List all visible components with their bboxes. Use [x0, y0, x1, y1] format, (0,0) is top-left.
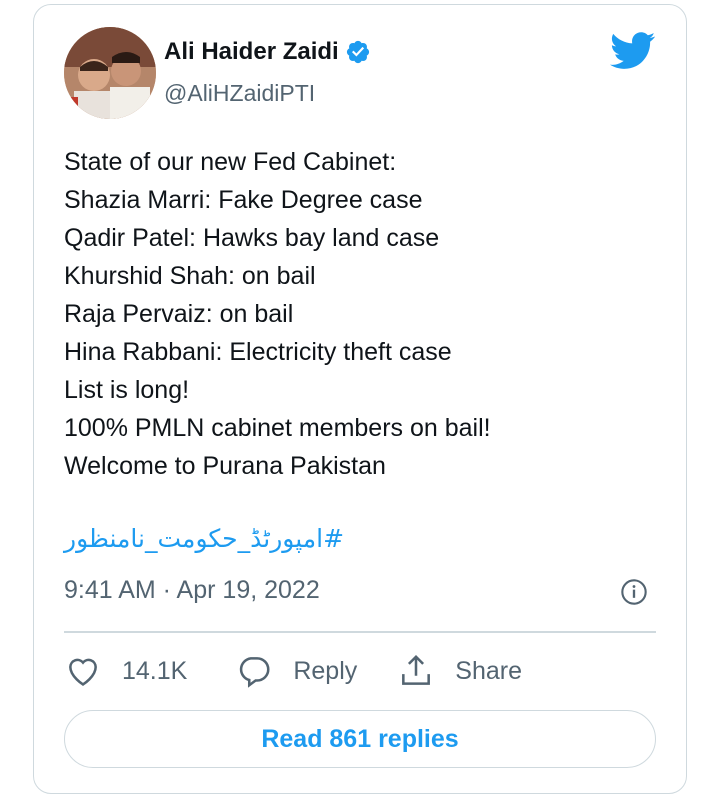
reply-bubble-icon — [240, 657, 270, 688]
tweet-timestamp[interactable]: 9:41 AM · Apr 19, 2022 — [64, 576, 320, 605]
tweet-line: Shazia Marri: Fake Degree case — [64, 186, 423, 214]
tweet-line: Qadir Patel: Hawks bay land case — [64, 224, 440, 252]
like-button[interactable]: 14.1K — [64, 652, 187, 690]
tweet-line: 100% PMLN cabinet members on bail! — [64, 414, 491, 442]
avatar-photo — [64, 27, 156, 119]
avatar[interactable] — [64, 27, 156, 119]
share-button[interactable]: Share — [397, 652, 522, 690]
author-handle[interactable]: @AliHZaidiPTI — [164, 80, 315, 107]
divider — [64, 631, 656, 633]
reply-label: Reply — [293, 656, 358, 685]
verified-badge-icon — [346, 40, 369, 64]
action-bar: 14.1K Reply Share — [64, 650, 522, 692]
tweet-line: Raja Pervaiz: on bail — [64, 300, 294, 328]
tweet-line: Hina Rabbani: Electricity theft case — [64, 338, 452, 366]
share-label: Share — [455, 656, 522, 685]
info-icon[interactable] — [620, 578, 648, 606]
author-name-row: Ali Haider Zaidi — [164, 38, 371, 66]
reply-button[interactable]: Reply — [235, 652, 357, 690]
hashtag-link[interactable]: #امپورٹڈ_حکومت_نامنظور — [64, 524, 344, 553]
like-count: 14.1K — [122, 656, 188, 685]
twitter-bird-icon[interactable] — [610, 32, 656, 70]
tweet-line: State of our new Fed Cabinet: — [64, 148, 397, 176]
heart-icon — [69, 658, 97, 686]
tweet-line: Welcome to Purana Pakistan — [64, 452, 386, 480]
tweet-line: Khurshid Shah: on bail — [64, 262, 316, 290]
tweet-text: State of our new Fed Cabinet: Shazia Mar… — [64, 143, 491, 485]
read-replies-button[interactable]: Read 861 replies — [64, 710, 656, 768]
tweet-line: List is long! — [64, 376, 190, 404]
author-name[interactable]: Ali Haider Zaidi — [164, 38, 339, 66]
share-icon — [402, 654, 431, 685]
